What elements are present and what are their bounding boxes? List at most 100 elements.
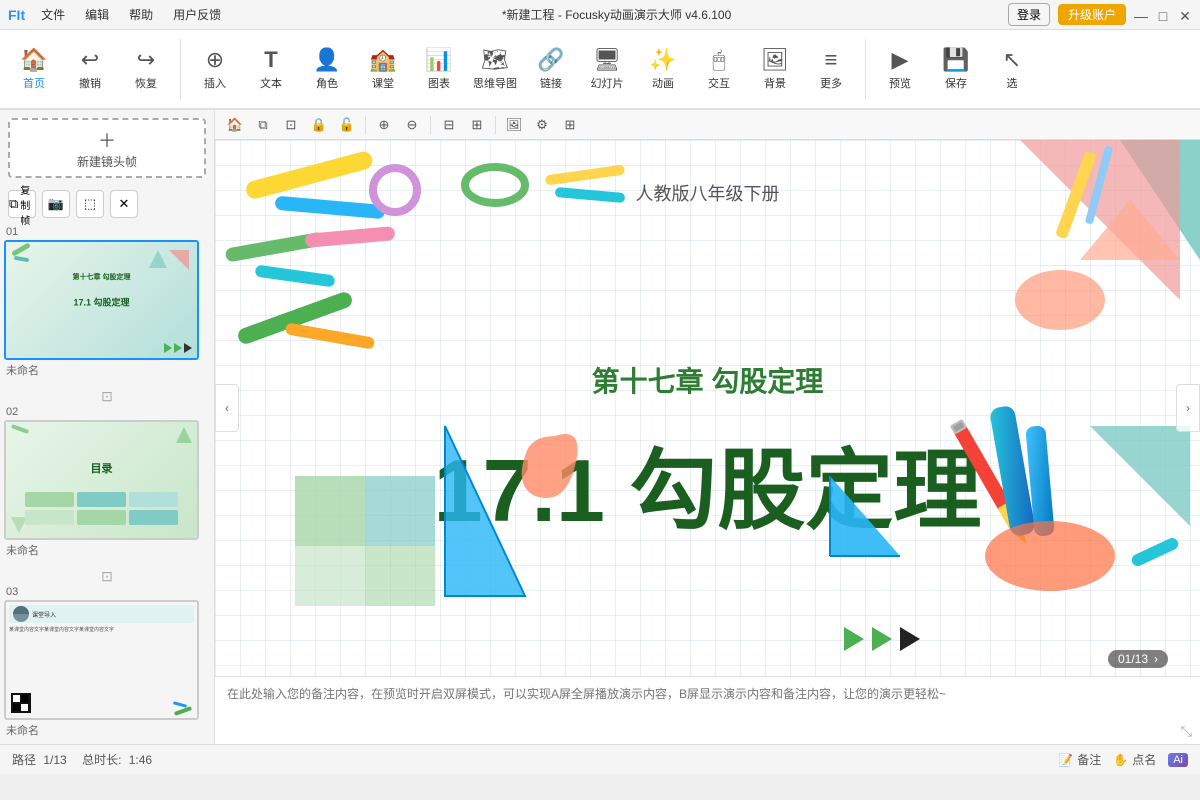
tool-chart[interactable]: 📊 图表: [413, 33, 465, 105]
tool-select[interactable]: ↖ 选: [986, 33, 1038, 105]
insert-icon: ⊕: [206, 47, 224, 73]
canvas-crop-btn[interactable]: ⊡: [279, 113, 303, 137]
canvas-zoomout-btn[interactable]: ⊖: [400, 113, 424, 137]
slide-number-2: 02: [4, 406, 210, 418]
play-btn-2[interactable]: [872, 627, 892, 651]
upgrade-button[interactable]: 升级账户: [1058, 4, 1126, 25]
play-btn-1[interactable]: [844, 627, 864, 651]
mindmap-icon: 🗺: [481, 47, 509, 73]
canvas-home-btn[interactable]: 🏠: [223, 113, 247, 137]
slide-canvas[interactable]: 人教版八年级下册 第十七章 勾股定理 17.1 勾股定理: [215, 140, 1200, 676]
tool-preview[interactable]: ▶ 预览: [874, 33, 926, 105]
canvas-lock-btn[interactable]: 🔒: [307, 113, 331, 137]
menu-edit[interactable]: 编辑: [81, 4, 113, 25]
role-icon: 👤: [313, 47, 340, 73]
slide-number-3: 03: [4, 586, 210, 598]
canvas-sep2: [430, 116, 431, 134]
copy-frame-button[interactable]: ⧉ 复制帧: [8, 190, 36, 218]
canvas-toolbar: 🏠 ⧉ ⊡ 🔒 🔓 ⊕ ⊖ ⊟ ⊞ 🖼 ⚙ ⊞: [215, 110, 1200, 140]
save-icon: 💾: [942, 47, 969, 73]
new-frame-button[interactable]: ＋ 新建镜头帧: [8, 118, 206, 178]
undo-icon: ↩: [81, 47, 99, 73]
interact-icon: 🖱: [712, 47, 725, 73]
canvas-align-btn[interactable]: ⊟: [437, 113, 461, 137]
redo-icon: ↪: [137, 47, 155, 73]
minimize-button[interactable]: —: [1134, 8, 1148, 22]
roll-call-icon: ✋: [1113, 753, 1128, 767]
tool-redo[interactable]: ↪ 恢复: [120, 33, 172, 105]
tool-insert[interactable]: ⊕ 插入: [189, 33, 241, 105]
roll-call-button[interactable]: ✋ 点名: [1113, 751, 1156, 768]
canvas-dist-btn[interactable]: ⊞: [465, 113, 489, 137]
slide-tools: ⧉ 复制帧 📷 ⬚ ✕: [0, 186, 214, 222]
menu-help[interactable]: 帮助: [125, 4, 157, 25]
maximize-button[interactable]: □: [1156, 8, 1170, 22]
nav-next-button[interactable]: ›: [1176, 384, 1200, 432]
tool-save[interactable]: 💾 保存: [930, 33, 982, 105]
canvas-lock2-btn[interactable]: 🔓: [335, 113, 359, 137]
slide-thumb-2: 目录: [4, 420, 199, 540]
slide-item-1[interactable]: 01 第十七章 勾股定理 17.1 勾股定理: [4, 226, 210, 378]
insert-label: 插入: [204, 75, 226, 91]
tool-slide[interactable]: 🖥 幻灯片: [581, 33, 633, 105]
bottombar-left: 路径 1/13 总时长: 1:46: [12, 751, 152, 768]
slide-name-1: 未命名: [4, 362, 210, 378]
canvas-grid-btn[interactable]: ⊞: [558, 113, 582, 137]
notes-input[interactable]: [227, 685, 1188, 736]
chart-icon: 📊: [425, 47, 452, 73]
tool-home[interactable]: 🏠 首页: [8, 33, 60, 105]
interact-label: 交互: [708, 75, 730, 91]
titlebar: FIt 文件 编辑 帮助 用户反馈 *新建工程 - Focusky动画演示大师 …: [0, 0, 1200, 30]
ai-button[interactable]: Ai: [1168, 753, 1188, 767]
tool-interact[interactable]: 🖱 交互: [693, 33, 745, 105]
menu-file[interactable]: 文件: [37, 4, 69, 25]
notes-label: 备注: [1077, 751, 1101, 768]
slide-spacer-1: ⊡: [4, 386, 210, 406]
play-btn-3[interactable]: [900, 627, 920, 651]
animation-label: 动画: [652, 75, 674, 91]
slide-spacer-2: ⊡: [4, 566, 210, 586]
role-label: 角色: [316, 75, 338, 91]
app-title: *新建工程 - Focusky动画演示大师 v4.6.100: [225, 6, 1008, 23]
class-icon: 🏫: [369, 47, 396, 73]
canvas-zoomin-btn[interactable]: ⊕: [372, 113, 396, 137]
slide-item-2[interactable]: 02 目录: [4, 406, 210, 558]
slide-item-3[interactable]: 03 课堂导入 某课堂内容文字某课堂内容文字某课堂内容文字: [4, 586, 210, 738]
frame-fit-button[interactable]: ⬚: [76, 190, 104, 218]
link-label: 链接: [540, 75, 562, 91]
nav-prev-button[interactable]: ‹: [215, 384, 239, 432]
tool-class[interactable]: 🏫 课堂: [357, 33, 409, 105]
notes-button[interactable]: 📝 备注: [1058, 751, 1101, 768]
tool-text[interactable]: T 文本: [245, 33, 297, 105]
slide-thumb-3: 课堂导入 某课堂内容文字某课堂内容文字某课堂内容文字: [4, 600, 199, 720]
more-label: 更多: [820, 75, 842, 91]
login-button[interactable]: 登录: [1008, 3, 1050, 26]
deco-bottom-left: [295, 396, 595, 616]
expand-button[interactable]: ⤡: [1181, 723, 1192, 740]
tool-more[interactable]: ≡ 更多: [805, 33, 857, 105]
menu-feedback[interactable]: 用户反馈: [169, 4, 225, 25]
deco-corner-right: [970, 426, 1190, 606]
tool-bg[interactable]: 🖼 背景: [749, 33, 801, 105]
canvas-img-btn[interactable]: 🖼: [502, 113, 526, 137]
slide-number-1: 01: [4, 226, 210, 238]
camera-button[interactable]: 📷: [42, 190, 70, 218]
chevron-left-icon: ‹: [225, 401, 229, 415]
tool-mindmap[interactable]: 🗺 思维导图: [469, 33, 521, 105]
tool-animation[interactable]: ✨ 动画: [637, 33, 689, 105]
canvas-copy-btn[interactable]: ⧉: [251, 113, 275, 137]
canvas-area: 🏠 ⧉ ⊡ 🔒 🔓 ⊕ ⊖ ⊟ ⊞ 🖼 ⚙ ⊞ 人教版八年级下册: [215, 110, 1200, 744]
home-icon: 🏠: [20, 47, 47, 73]
tool-link[interactable]: 🔗 链接: [525, 33, 577, 105]
tool-undo[interactable]: ↩ 撤销: [64, 33, 116, 105]
notes-icon: 📝: [1058, 753, 1073, 767]
bg-icon: 🖼: [761, 47, 789, 73]
canvas-settings-btn[interactable]: ⚙: [530, 113, 554, 137]
bottombar: 路径 1/13 总时长: 1:46 📝 备注 ✋ 点名 Ai: [0, 744, 1200, 774]
canvas-sep3: [495, 116, 496, 134]
tool-role[interactable]: 👤 角色: [301, 33, 353, 105]
chart-label: 图表: [428, 75, 450, 91]
sep1: [180, 39, 181, 99]
delete-button[interactable]: ✕: [110, 190, 138, 218]
close-button[interactable]: ✕: [1178, 8, 1192, 22]
